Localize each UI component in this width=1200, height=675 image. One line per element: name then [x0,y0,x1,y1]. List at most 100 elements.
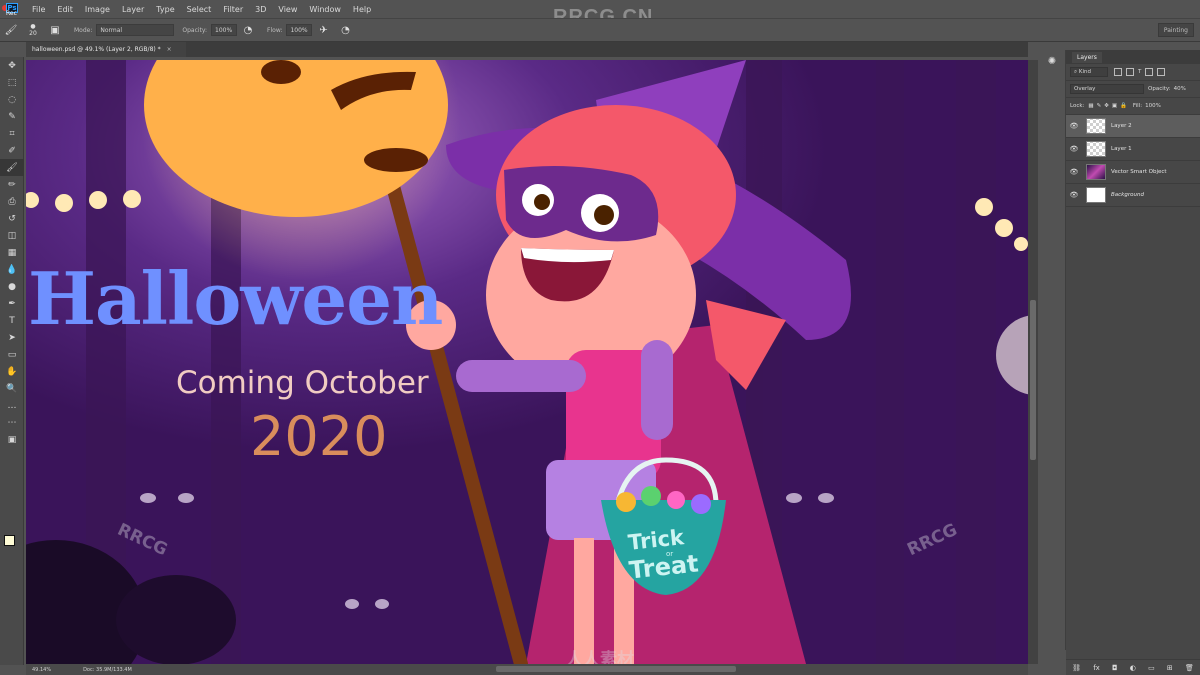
brush-size-picker[interactable]: ● 20 [25,22,41,38]
mode-value: Normal [100,26,123,34]
tool-list: ✥ ⬚ ◌ ✎ ⌗ ✐ 🖌 ✏ ⎙ ↺ ◫ ▦ 💧 ● ✒ T ➤ ▭ ✋ 🔍… ⋯ ▣ [0,57,24,448]
layer-row[interactable]: 👁 Background [1066,184,1200,207]
witch-pupil-right [594,205,614,225]
edit-toolbar-icon[interactable]: ⋯ [0,414,24,431]
menu-filter[interactable]: Filter [217,5,249,14]
witch-arm-right [641,340,673,440]
history-brush-icon[interactable]: ↺ [0,210,24,227]
menu-edit[interactable]: Edit [51,5,79,14]
dodge-icon[interactable]: ● [0,278,24,295]
witch-arm-left [456,360,586,392]
shape-filter-icon[interactable] [1145,68,1154,76]
hand-icon[interactable]: ✋ [0,363,24,380]
pencil-icon[interactable]: ✏ [0,176,24,193]
menu-layer[interactable]: Layer [116,5,150,14]
type-filter-icon[interactable]: T [1138,69,1141,75]
lock-position-icon[interactable]: ✥ [1104,103,1109,109]
document-info[interactable]: Doc: 35.9M/133.4M [77,667,138,673]
pen-icon[interactable]: ✒ [0,295,24,312]
mode-label: Mode: [74,26,93,34]
menu-help[interactable]: Help [347,5,377,14]
learn-panel-icon[interactable]: ✺ [1038,50,1066,72]
lock-paint-icon[interactable]: ✎ [1097,103,1102,109]
opacity-field[interactable]: 100% [211,24,238,36]
flow-field[interactable]: 100% [286,24,313,36]
group-icon[interactable]: ▭ [1148,664,1155,672]
vertical-scroll-thumb[interactable] [1030,300,1036,460]
zoom-icon[interactable]: 🔍 [0,380,24,397]
horizontal-scroll-thumb[interactable] [496,666,736,672]
menu-window[interactable]: Window [303,5,347,14]
path-select-icon[interactable]: ➤ [0,329,24,346]
fx-icon[interactable]: fx [1093,664,1100,672]
gradient-icon[interactable]: ▦ [0,244,24,261]
tab-layers[interactable]: Layers [1072,51,1102,63]
menu-type[interactable]: Type [150,5,180,14]
screen-mode-icon[interactable]: ▣ [0,431,24,448]
clone-stamp-icon[interactable]: ⎙ [0,193,24,210]
opacity-label: Opacity: [182,26,208,34]
airbrush-icon[interactable]: ✈ [315,22,331,38]
blur-icon[interactable]: 💧 [0,261,24,278]
move-icon[interactable]: ✥ [0,57,24,74]
new-layer-icon[interactable]: ⊞ [1167,664,1173,672]
adjustment-filter-icon[interactable] [1126,68,1134,76]
mask-icon[interactable]: ◘ [1112,664,1118,672]
document-tab[interactable]: halloween.psd @ 49.1% (Layer 2, RGB/8) *… [26,42,186,57]
brush-icon[interactable]: 🖌 [0,159,24,176]
quick-select-icon[interactable]: ✎ [0,108,24,125]
pixel-filter-icon[interactable] [1114,68,1122,76]
document-title: halloween.psd @ 49.1% (Layer 2, RGB/8) * [32,46,161,53]
fill-value[interactable]: 100% [1145,103,1161,109]
smart-filter-icon[interactable] [1157,68,1166,76]
collapsed-panel-icons: ✺ [1038,50,1066,650]
layer-name: Background [1111,192,1144,198]
layer-row[interactable]: 👁 Layer 1 [1066,138,1200,161]
shape-icon[interactable]: ▭ [0,346,24,363]
lock-pixels-icon[interactable]: ▦ [1088,103,1093,109]
color-swatches[interactable] [4,535,20,553]
adjustment-icon[interactable]: ◐ [1130,664,1136,672]
pressure-opacity-icon[interactable]: ◔ [240,22,256,38]
layer-name: Layer 1 [1111,146,1132,152]
lock-all-icon[interactable]: 🔒 [1120,103,1127,109]
more-icon[interactable]: … [0,397,24,414]
mode-select[interactable]: Normal [96,24,175,36]
layer-filter-select[interactable]: ⌕ Kind [1070,67,1108,77]
document-canvas[interactable]: Halloween Coming October 2020 Trick or T… [26,60,1028,664]
lasso-icon[interactable]: ◌ [0,91,24,108]
layers-footer: ⛓ fx ◘ ◐ ▭ ⊞ 🗑 [1066,659,1200,675]
link-icon[interactable]: ⛓ [1072,664,1081,672]
brush-preset-icon[interactable]: 🖌 [3,22,19,38]
zoom-level[interactable]: 49.14% [26,667,57,673]
marquee-icon[interactable]: ⬚ [0,74,24,91]
brush-size-value: 20 [29,30,37,37]
eraser-icon[interactable]: ◫ [0,227,24,244]
brush-settings-icon[interactable]: ▣ [47,22,63,38]
eyedropper-icon[interactable]: ✐ [0,142,24,159]
menu-select[interactable]: Select [181,5,218,14]
visibility-eye-icon[interactable]: 👁 [1066,122,1082,130]
layer-row[interactable]: 👁 Vector Smart Object [1066,161,1200,184]
menu-3d[interactable]: 3D [249,5,272,14]
visibility-eye-icon[interactable]: 👁 [1066,145,1082,153]
visibility-eye-icon[interactable]: 👁 [1066,168,1082,176]
layer-name: Layer 2 [1111,123,1132,129]
workspace-select[interactable]: Painting [1157,23,1194,37]
type-icon[interactable]: T [0,312,24,329]
blend-mode-select[interactable]: Overlay [1070,84,1144,94]
panel-dock: ✺ Layers ⌕ Kind T Overlay Opacity: 40% L… [1038,42,1200,675]
trash-icon[interactable]: 🗑 [1185,664,1194,672]
menu-view[interactable]: View [272,5,303,14]
foreground-color[interactable] [4,535,15,546]
menu-image[interactable]: Image [79,5,116,14]
close-tab-icon[interactable]: × [167,46,172,53]
pressure-size-icon[interactable]: ◔ [337,22,353,38]
lock-artboard-icon[interactable]: ▣ [1112,103,1117,109]
crop-icon[interactable]: ⌗ [0,125,24,142]
tools-panel: ✥ ⬚ ◌ ✎ ⌗ ✐ 🖌 ✏ ⎙ ↺ ◫ ▦ 💧 ● ✒ T ➤ ▭ ✋ 🔍… ⋯ ▣ [0,57,24,665]
visibility-eye-icon[interactable]: 👁 [1066,191,1082,199]
layer-opacity-value[interactable]: 40% [1174,86,1186,92]
menu-file[interactable]: File [26,5,51,14]
layer-row[interactable]: 👁 Layer 2 [1066,115,1200,138]
